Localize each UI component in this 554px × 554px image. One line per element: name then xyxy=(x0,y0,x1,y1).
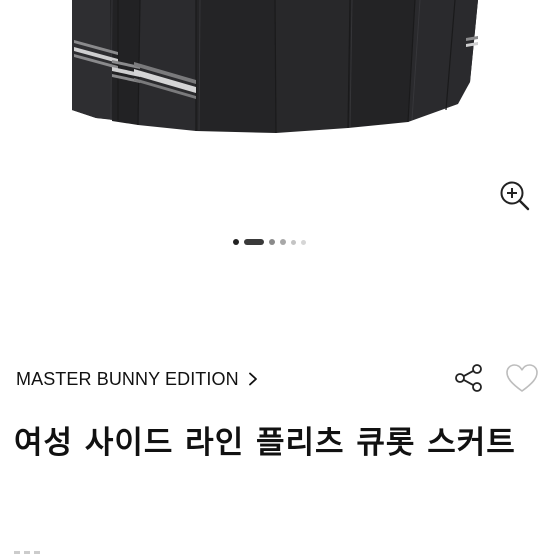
carousel-indicator xyxy=(233,238,306,246)
carousel-dot[interactable] xyxy=(301,239,306,245)
carousel-dot[interactable] xyxy=(280,239,286,245)
skirt-photo xyxy=(72,0,478,134)
product-image[interactable] xyxy=(0,0,554,230)
product-title: 여성 사이드 라인 플리츠 큐롯 스커트 xyxy=(14,425,516,461)
carousel-dot[interactable] xyxy=(233,239,239,245)
carousel-dot-active[interactable] xyxy=(244,239,264,245)
brand-name: MASTER BUNNY EDITION xyxy=(16,368,239,389)
brand-link[interactable]: MASTER BUNNY EDITION xyxy=(16,366,258,392)
zoom-in-icon[interactable] xyxy=(497,178,533,214)
chevron-right-icon xyxy=(248,372,257,386)
carousel-dot[interactable] xyxy=(269,239,275,245)
heart-outline-icon[interactable] xyxy=(504,362,540,394)
carousel-dot[interactable] xyxy=(291,239,296,245)
share-icon[interactable] xyxy=(453,362,485,394)
price-partial xyxy=(14,551,40,554)
